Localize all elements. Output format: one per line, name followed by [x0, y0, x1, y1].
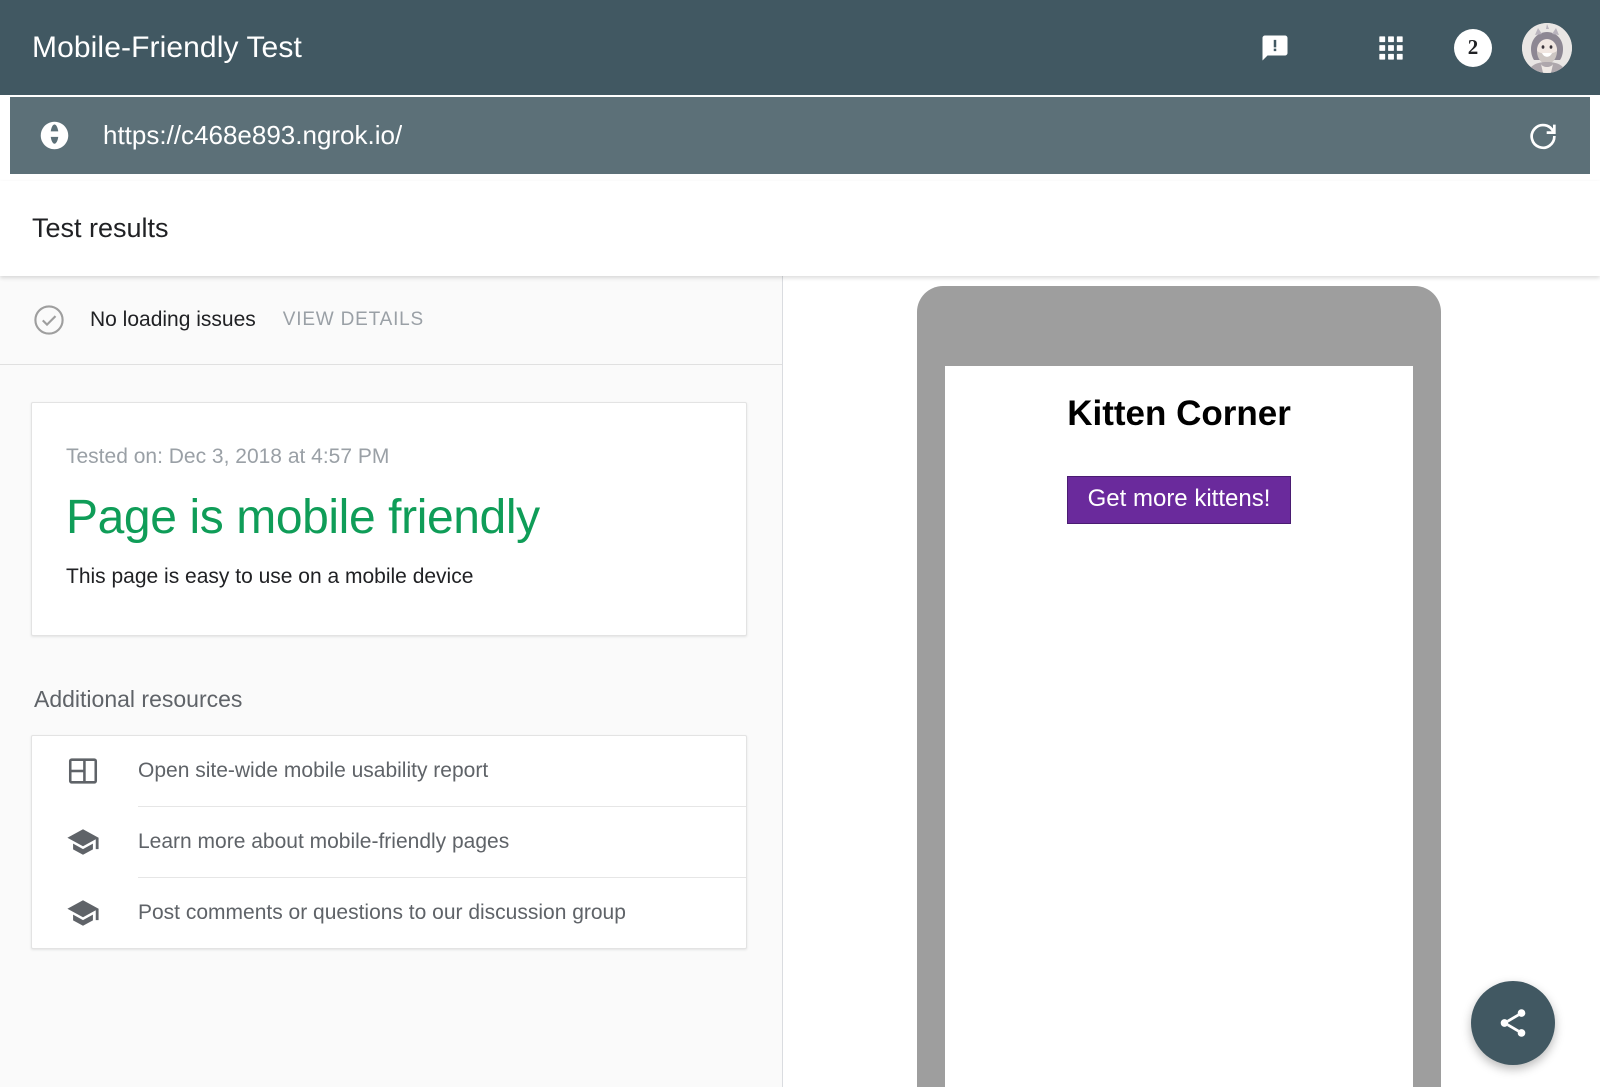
resource-label: Learn more about mobile-friendly pages: [138, 830, 509, 854]
preview-button-row: Get more kittens!: [945, 476, 1413, 524]
loading-status-row: No loading issues VIEW DETAILS: [0, 276, 782, 365]
get-more-kittens-button[interactable]: Get more kittens!: [1067, 476, 1292, 524]
verdict-text: Page is mobile friendly: [66, 491, 746, 545]
resource-label: Open site-wide mobile usability report: [138, 759, 488, 783]
resource-link-usability-report[interactable]: Open site-wide mobile usability report: [32, 736, 746, 806]
account-avatar-button[interactable]: [1516, 17, 1578, 79]
status-badge: 2: [1454, 29, 1492, 67]
avatar-image: [1522, 23, 1572, 73]
preview-page-heading: Kitten Corner: [945, 394, 1413, 434]
app-bar-actions: 2: [1244, 0, 1600, 95]
url-input[interactable]: https://c468e893.ngrok.io/: [103, 120, 402, 151]
verdict-subtext: This page is easy to use on a mobile dev…: [66, 565, 746, 589]
tested-on-timestamp: Tested on: Dec 3, 2018 at 4:57 PM: [66, 445, 746, 469]
feedback-button[interactable]: [1244, 17, 1306, 79]
resource-link-learn-more[interactable]: Learn more about mobile-friendly pages: [32, 807, 746, 877]
feedback-icon: [1260, 33, 1290, 63]
results-heading: Test results: [32, 213, 169, 244]
notification-count-button[interactable]: 2: [1442, 17, 1504, 79]
dashboard-report-icon: [66, 754, 100, 788]
apps-grid-icon: [1377, 34, 1405, 62]
globe-icon: [38, 119, 71, 152]
app-bar: Mobile-Friendly Test: [0, 0, 1600, 95]
check-circle-icon: [32, 303, 66, 337]
additional-resources-card: Open site-wide mobile usability report L…: [31, 735, 747, 949]
result-card: Tested on: Dec 3, 2018 at 4:57 PM Page i…: [31, 402, 747, 636]
loading-status-label: No loading issues: [90, 308, 256, 332]
results-panel: No loading issues VIEW DETAILS Tested on…: [0, 276, 783, 1087]
content-area: No loading issues VIEW DETAILS Tested on…: [0, 276, 1600, 1087]
resource-label: Post comments or questions to our discus…: [138, 901, 626, 925]
avatar: [1522, 23, 1572, 73]
phone-screen: Kitten Corner Get more kittens!: [945, 366, 1413, 1087]
mobile-friendly-test-app: Mobile-Friendly Test: [0, 0, 1600, 1087]
share-icon: [1496, 1006, 1530, 1040]
google-apps-button[interactable]: [1360, 17, 1422, 79]
results-header: Test results: [0, 181, 1600, 276]
school-icon: [66, 896, 100, 930]
resource-link-discussion-group[interactable]: Post comments or questions to our discus…: [32, 878, 746, 948]
additional-resources-heading: Additional resources: [34, 686, 782, 713]
school-icon: [66, 825, 100, 859]
view-details-button[interactable]: VIEW DETAILS: [283, 309, 424, 331]
phone-frame: Kitten Corner Get more kittens!: [917, 286, 1441, 1087]
url-bar[interactable]: https://c468e893.ngrok.io/: [10, 97, 1590, 174]
refresh-icon[interactable]: [1526, 119, 1560, 153]
screenshot-preview-panel: Kitten Corner Get more kittens!: [783, 276, 1600, 1087]
page-title: Mobile-Friendly Test: [32, 31, 302, 65]
share-button[interactable]: [1471, 981, 1555, 1065]
